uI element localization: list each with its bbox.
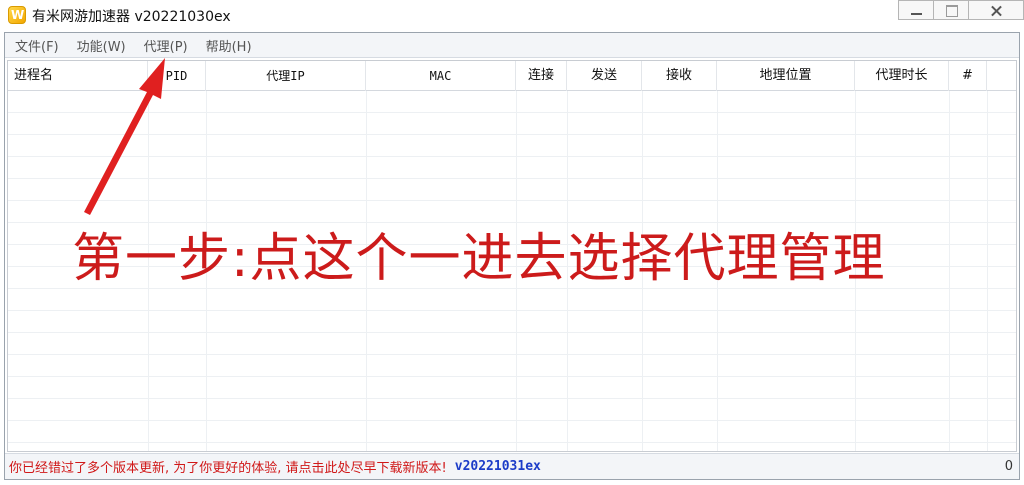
column-header-pid[interactable]: PID <box>148 61 206 91</box>
menu-file[interactable]: 文件(F) <box>15 36 59 55</box>
window-controls <box>898 0 1024 22</box>
column-header-proxy-ip[interactable]: 代理IP <box>206 61 366 91</box>
column-header-mac[interactable]: MAC <box>366 61 516 91</box>
column-divider <box>949 91 950 451</box>
column-divider <box>855 91 856 451</box>
column-divider <box>642 91 643 451</box>
menu-bar: 文件(F) 功能(W) 代理(P) 帮助(H) <box>5 33 1019 58</box>
app-logo-icon: W <box>8 6 26 24</box>
maximize-button[interactable] <box>933 0 969 20</box>
connection-table[interactable]: 进程名 PID 代理IP MAC 连接 发送 接收 地理位置 代理时长 # <box>7 60 1017 452</box>
window-title: 有米网游加速器 v20221030ex <box>32 9 231 25</box>
column-header-connections[interactable]: 连接 <box>516 61 567 91</box>
main-window: 文件(F) 功能(W) 代理(P) 帮助(H) 进程名 PID 代理IP MAC… <box>4 32 1020 480</box>
title-bar: W 有米网游加速器 v20221030ex <box>0 0 1024 32</box>
new-version-label[interactable]: v20221031ex <box>455 459 541 474</box>
table-body <box>8 91 1016 451</box>
minimize-button[interactable] <box>898 0 934 20</box>
close-button[interactable] <box>968 0 1024 20</box>
connection-count: 0 <box>1004 459 1013 474</box>
table-header: 进程名 PID 代理IP MAC 连接 发送 接收 地理位置 代理时长 # <box>8 61 1016 91</box>
column-divider <box>516 91 517 451</box>
column-divider <box>366 91 367 451</box>
column-header-duration[interactable]: 代理时长 <box>855 61 949 91</box>
menu-function[interactable]: 功能(W) <box>77 36 126 55</box>
column-divider <box>206 91 207 451</box>
column-header-sent[interactable]: 发送 <box>567 61 642 91</box>
update-notice-link[interactable]: 你已经错过了多个版本更新, 为了你更好的体验, 请点击此处尽早下载新版本! <box>9 457 447 476</box>
column-header-location[interactable]: 地理位置 <box>717 61 855 91</box>
column-divider <box>148 91 149 451</box>
column-divider <box>567 91 568 451</box>
column-divider <box>987 91 988 451</box>
column-header-received[interactable]: 接收 <box>642 61 717 91</box>
menu-proxy[interactable]: 代理(P) <box>144 36 188 55</box>
column-header-hash[interactable]: # <box>949 61 987 91</box>
status-bar: 你已经错过了多个版本更新, 为了你更好的体验, 请点击此处尽早下载新版本! v2… <box>5 453 1019 479</box>
column-divider <box>717 91 718 451</box>
column-header-process[interactable]: 进程名 <box>8 61 148 91</box>
menu-help[interactable]: 帮助(H) <box>206 36 252 55</box>
